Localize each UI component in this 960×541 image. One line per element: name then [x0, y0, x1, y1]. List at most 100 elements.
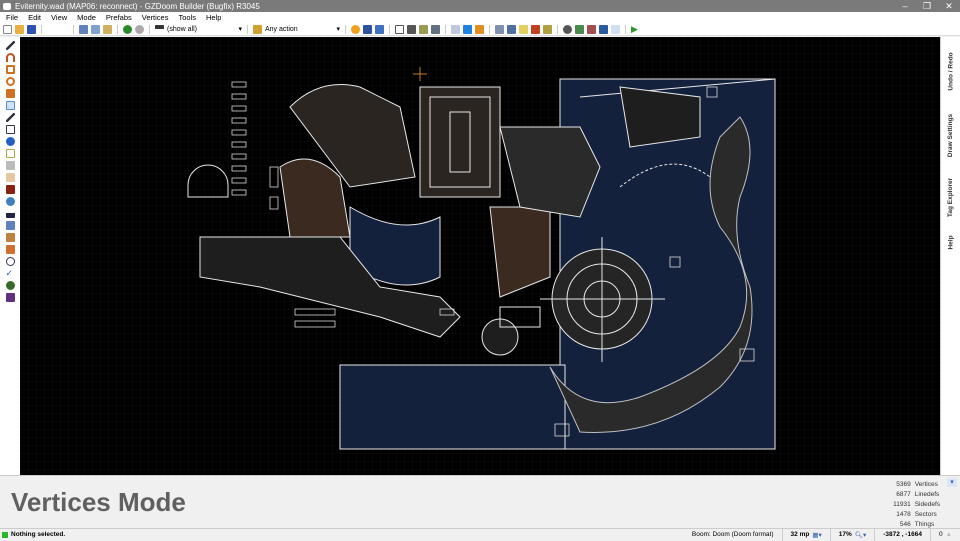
undo-icon[interactable]: [47, 25, 56, 34]
collapse-panel-button[interactable]: ▾: [947, 478, 957, 487]
status-bar: Nothing selected. Boom: Doom (Doom forma…: [0, 528, 960, 541]
maximize-button[interactable]: ❐: [916, 1, 938, 12]
status-message: Nothing selected.: [11, 531, 66, 538]
things-filter-dropdown[interactable]: (show all) ▾: [167, 25, 242, 34]
menu-vertices[interactable]: Vertices: [142, 13, 169, 22]
draw-ellipse-icon[interactable]: [5, 77, 15, 86]
split-icon[interactable]: [475, 24, 484, 34]
screenshot-icon[interactable]: [599, 24, 608, 34]
check-map-icon[interactable]: ✓: [6, 269, 15, 278]
water-area-south: [339, 364, 566, 450]
light-icon[interactable]: [563, 24, 572, 34]
info-panel: Vertices Mode 5369 Vertices 6877 Linedefs …: [0, 475, 960, 528]
action-value: Any action: [265, 25, 298, 33]
chevron-down-icon: ▾: [238, 26, 242, 33]
copy-icon[interactable]: [91, 24, 100, 34]
view-ceilings-icon[interactable]: [431, 24, 440, 34]
menu-tools[interactable]: Tools: [178, 13, 196, 22]
flip-icon[interactable]: [5, 209, 15, 218]
snap-icon[interactable]: [375, 24, 384, 34]
align-icon[interactable]: [611, 24, 620, 34]
side-panel: Undo / Redo Draw Settings Tag Explorer H…: [940, 37, 960, 475]
draw-lines-icon[interactable]: [5, 41, 15, 50]
warnings-button[interactable]: 0 ▲: [929, 528, 960, 541]
test-map-icon[interactable]: ▶: [631, 24, 640, 34]
title-bar: Eviternity.wad (MAP06: reconnect) - GZDo…: [0, 0, 960, 12]
3d-visual-icon[interactable]: [5, 197, 15, 206]
app-icon: [3, 2, 11, 10]
join-icon[interactable]: [463, 24, 472, 34]
sound-icon[interactable]: [519, 24, 528, 34]
linedefs-mode-icon[interactable]: [5, 113, 15, 122]
menu-mode[interactable]: Mode: [77, 13, 96, 22]
event-lines-icon[interactable]: [531, 24, 540, 34]
menu-file[interactable]: File: [6, 13, 18, 22]
gradient-icon[interactable]: [5, 221, 15, 230]
cursor-coordinates: -3872 , -1664: [874, 528, 930, 541]
redo-icon[interactable]: [59, 25, 68, 34]
things-mode-icon[interactable]: [5, 137, 15, 146]
tab-help[interactable]: Help: [941, 197, 960, 257]
filter-value: (show all): [167, 25, 197, 33]
draw-grid-icon[interactable]: [5, 89, 15, 98]
save-map-icon[interactable]: [27, 24, 36, 34]
script-icon[interactable]: [5, 281, 15, 290]
close-button[interactable]: ✕: [938, 1, 960, 12]
menu-view[interactable]: View: [51, 13, 67, 22]
sound-environment-icon[interactable]: [5, 185, 15, 194]
tab-undo-redo[interactable]: Undo / Redo: [941, 41, 960, 101]
grid-icon[interactable]: [363, 24, 372, 34]
menu-prefabs[interactable]: Prefabs: [106, 13, 132, 22]
make-sectors-icon[interactable]: [5, 161, 15, 170]
map-drawing[interactable]: [20, 37, 940, 475]
menu-bar: File Edit View Mode Prefabs Vertices Too…: [0, 12, 960, 23]
stat-vertices: 5369 Vertices: [896, 481, 938, 488]
visual-icon[interactable]: [543, 24, 552, 34]
toolbar: (show all) ▾ Any action ▾ ▶: [0, 23, 960, 36]
view-wireframe-icon[interactable]: [395, 24, 404, 34]
stat-sidedefs: 11931 Sidedefs: [893, 501, 940, 508]
brightness-mode-icon[interactable]: [5, 233, 15, 242]
open-map-icon[interactable]: [15, 24, 24, 34]
map-analysis-icon[interactable]: [5, 293, 15, 302]
minimize-button[interactable]: –: [894, 1, 916, 12]
prefab-icon[interactable]: [135, 24, 144, 34]
filter-icon: [155, 24, 164, 34]
sky-icon[interactable]: [587, 24, 596, 34]
stat-linedefs: 6877 Linedefs: [896, 491, 940, 498]
paste-icon[interactable]: [103, 24, 112, 34]
link-icon[interactable]: [5, 245, 15, 254]
central-building: [419, 86, 501, 198]
grid-icon: ▦▾: [812, 531, 822, 539]
action-filter-dropdown[interactable]: Any action ▾: [265, 25, 340, 34]
menu-edit[interactable]: Edit: [28, 13, 41, 22]
draw-curve-icon[interactable]: [5, 53, 15, 62]
tab-draw-settings[interactable]: Draw Settings: [941, 105, 960, 165]
zoom-button[interactable]: 17% 🔍︎▾: [829, 528, 875, 541]
map-format: Boom: Doom (Doom format): [691, 531, 774, 538]
cut-icon[interactable]: [79, 24, 88, 34]
vertices-mode-icon[interactable]: [5, 101, 15, 110]
find-icon[interactable]: [5, 257, 15, 266]
window-title: Eviternity.wad (MAP06: reconnect) - GZDo…: [15, 1, 260, 11]
grid-size-button[interactable]: 32 mp ▦▾: [781, 528, 830, 541]
draw-rectangle-icon[interactable]: [5, 65, 15, 74]
visual-mode-icon[interactable]: [5, 149, 15, 158]
lights-icon[interactable]: [507, 24, 516, 34]
merge-icon[interactable]: [451, 24, 460, 34]
mode-title: Vertices Mode: [11, 487, 186, 517]
new-map-icon[interactable]: [3, 24, 12, 34]
fog-icon[interactable]: [575, 24, 584, 34]
menu-help[interactable]: Help: [206, 13, 221, 22]
action-icon: [253, 24, 262, 34]
view-floors-icon[interactable]: [419, 24, 428, 34]
insert-prefab-icon[interactable]: [123, 24, 132, 34]
sectors-mode-icon[interactable]: [5, 125, 15, 134]
stat-sectors: 1478 Sectors: [896, 511, 937, 518]
view-brightness-icon[interactable]: [407, 24, 416, 34]
map-canvas[interactable]: [20, 37, 940, 475]
sound-propagation-icon[interactable]: [5, 173, 15, 182]
brightness-icon[interactable]: [351, 24, 360, 34]
models-icon[interactable]: [495, 24, 504, 34]
warning-icon: ▲: [945, 531, 952, 538]
